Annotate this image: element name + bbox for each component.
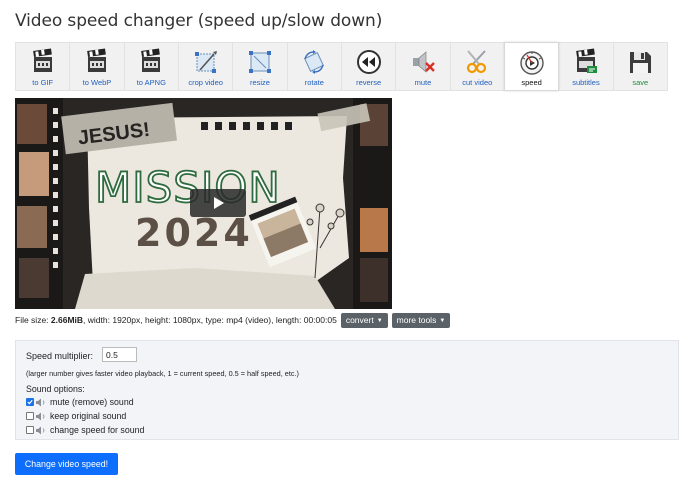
clapperboard-icon [141,48,161,72]
tool-subtitles[interactable]: subtitles [558,42,614,91]
tool-label: resize [249,78,270,87]
clapperboard-icon [87,48,106,72]
sound-options-title: Sound options: [26,384,85,394]
tool-label: reverse [356,78,382,87]
tool-to-webp[interactable]: to WebP [69,42,125,91]
checkbox-unchecked[interactable] [26,412,34,420]
crop-icon [194,51,217,73]
video-year: 2024 [135,211,253,255]
tool-label: to WebP [82,78,112,87]
tool-cut-video[interactable]: cut video [449,42,505,91]
file-size-label: File size: [15,315,49,325]
resize-icon [248,51,271,73]
speaker-icon [36,398,45,406]
speaker-icon [36,426,45,434]
tool-label: save [632,78,649,87]
checkbox-unchecked[interactable] [26,426,34,434]
tool-toolbar: to GIF to WebP to APNG crop video resize… [15,42,679,91]
options-panel: Speed multiplier: (larger number gives f… [15,340,679,440]
checkmark-icon [27,399,33,405]
change-video-speed-button[interactable]: Change video speed! [15,453,118,475]
convert-dropdown[interactable]: convert ▼ [340,312,388,328]
tool-reverse[interactable]: reverse [340,42,397,91]
video-headline: MISSION [95,163,281,212]
tool-save[interactable]: save [612,42,668,91]
tool-crop-video[interactable]: crop video [177,42,234,91]
tool-label: speed [521,78,542,87]
speed-multiplier-input[interactable] [102,347,137,362]
tool-label: crop video [188,78,223,87]
caret-down-icon: ▼ [376,317,383,324]
play-button[interactable] [190,189,246,217]
rotate-icon [304,50,325,74]
tool-label: to GIF [32,78,54,87]
tool-label: to APNG [136,78,166,87]
page-title: Video speed changer (speed up/slow down) [15,11,383,31]
clapperboard-icon [32,48,52,72]
tool-label: cut video [462,78,493,87]
file-info: File size: 2.66MiB, width: 1920px, heigh… [15,312,451,328]
video-preview[interactable]: JESUS! MISSION 2024 [15,98,392,309]
scissors-icon [467,50,487,74]
tool-label: subtitles [572,78,600,87]
speed-hint: (larger number gives faster video playba… [26,369,299,378]
tool-mute[interactable]: mute [395,42,451,91]
tool-label: mute [414,78,432,87]
sound-option-label: mute (remove) sound [50,397,134,407]
tool-rotate[interactable]: rotate [286,42,342,91]
sound-option-mute[interactable]: mute (remove) sound [26,397,134,407]
file-details: , width: 1920px, height: 1080px, type: m… [83,315,337,325]
floppy-disk-icon [630,52,652,73]
sound-option-label: keep original sound [50,411,127,421]
sound-option-label: change speed for sound [50,425,145,435]
subtitles-icon [576,48,597,73]
play-icon [214,197,224,209]
convert-label: convert [345,314,374,325]
speed-multiplier-label: Speed multiplier: [26,351,94,361]
sound-option-keep[interactable]: keep original sound [26,411,126,421]
sound-option-change-speed[interactable]: change speed for sound [26,425,144,435]
speedometer-icon [519,51,544,75]
tool-to-apng[interactable]: to APNG [123,42,179,91]
reverse-icon [356,50,381,74]
more-tools-label: more tools [396,314,437,325]
file-size-value: 2.66MiB [50,315,84,325]
more-tools-dropdown[interactable]: more tools ▼ [391,312,451,328]
tool-speed[interactable]: speed [503,42,560,91]
tool-to-gif[interactable]: to GIF [15,42,71,91]
tool-label: rotate [304,78,324,87]
speaker-icon [36,412,45,420]
tool-resize[interactable]: resize [232,42,288,91]
mute-speaker-icon [412,51,435,73]
caret-down-icon: ▼ [439,317,446,324]
checkbox-checked[interactable] [26,398,34,406]
